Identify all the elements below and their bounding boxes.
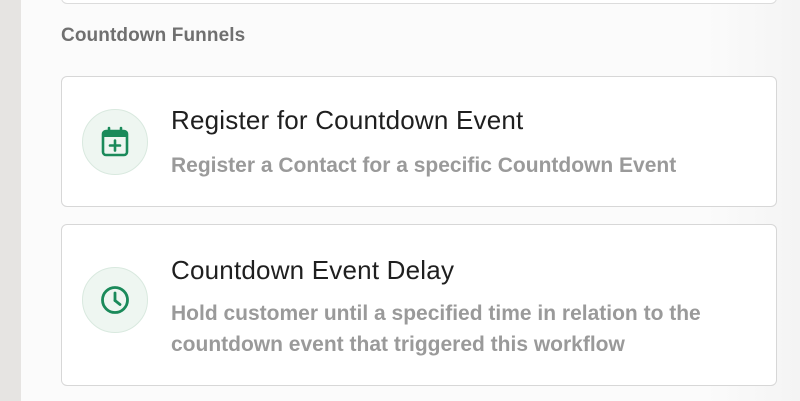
app-frame: Countdown Funnels Register for Countdown…: [0, 0, 800, 401]
action-card-countdown-event-delay[interactable]: Countdown Event Delay Hold customer unti…: [61, 224, 777, 386]
action-description: Hold customer until a specified time in …: [171, 302, 701, 356]
calendar-plus-icon: [82, 109, 148, 175]
previous-action-card[interactable]: [61, 0, 777, 4]
section-heading: Countdown Funnels: [61, 25, 246, 46]
action-card-register-countdown-event[interactable]: Register for Countdown Event Register a …: [61, 76, 777, 207]
action-title: Countdown Event Delay: [171, 255, 455, 285]
action-description: Register a Contact for a specific Countd…: [171, 154, 677, 177]
left-rail: [0, 0, 21, 401]
action-title: Register for Countdown Event: [171, 105, 524, 135]
clock-icon: [82, 267, 148, 333]
